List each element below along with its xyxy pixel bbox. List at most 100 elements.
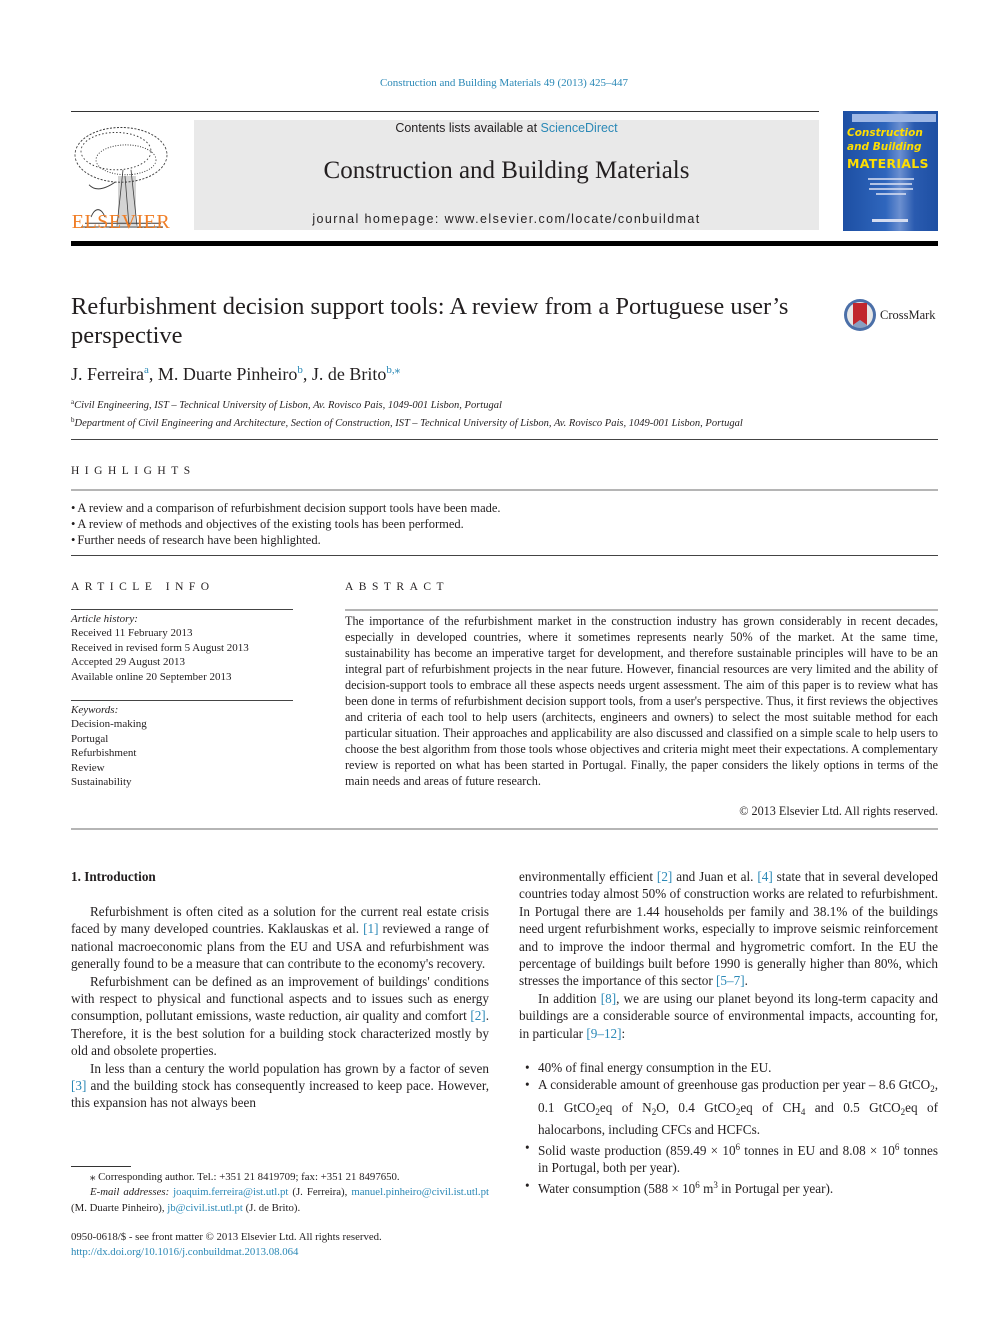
cover-line-3: MATERIALS	[847, 156, 929, 171]
paragraph-text: In less than a century the world populat…	[90, 1060, 489, 1076]
issn-block: 0950-0618/$ - see front matter © 2013 El…	[71, 1230, 489, 1260]
highlights-list: A review and a comparison of refurbishme…	[71, 500, 938, 548]
citation-link[interactable]: [4]	[757, 869, 772, 884]
email-owner: (J. Ferreira),	[288, 1186, 352, 1199]
cover-line-1: Construction	[847, 127, 923, 139]
affiliation-item: bDepartment of Civil Engineering and Arc…	[71, 413, 938, 431]
history-item: Received in revised form 5 August 2013	[71, 641, 249, 654]
contents-prefix: Contents lists available at	[395, 121, 541, 135]
history-item: Received 11 February 2013	[71, 627, 193, 640]
divider	[71, 489, 938, 491]
email-owner: (J. de Brito).	[242, 1201, 301, 1214]
sciencedirect-link[interactable]: ScienceDirect	[541, 121, 618, 135]
email-owner: (M. Duarte Pinheiro),	[71, 1201, 168, 1214]
article-history: Article history: Received 11 February 20…	[71, 612, 293, 684]
cover-footer-mark	[872, 219, 908, 222]
divider	[71, 700, 293, 701]
email-link[interactable]: jb@civil.ist.utl.pt	[167, 1202, 243, 1214]
body-paragraph: In addition [8], we are using our planet…	[519, 990, 938, 1042]
elsevier-wordmark: ELSEVIER	[71, 211, 171, 233]
corresponding-author-note: ⁎ Corresponding author. Tel.: +351 21 84…	[90, 1171, 400, 1183]
abstract-copyright: © 2013 Elsevier Ltd. All rights reserved…	[739, 804, 938, 818]
body-column-left: Refurbishment is often cited as a soluti…	[71, 903, 489, 1112]
bullet-item: A considerable amount of greenhouse gas …	[519, 1076, 938, 1138]
journal-homepage: journal homepage: www.elsevier.com/locat…	[312, 212, 701, 226]
cover-title: Construction and Building	[847, 126, 937, 154]
cover-subtitle-lines	[868, 178, 914, 204]
contents-line: Contents lists available at ScienceDirec…	[194, 121, 819, 135]
paragraph-text: In addition	[538, 990, 601, 1006]
citation-link[interactable]: [2]	[657, 869, 672, 884]
paragraph-text: Refurbishment can be defined as an impro…	[71, 973, 489, 1024]
paragraph-text: .	[744, 973, 748, 989]
history-item: Accepted 29 August 2013	[71, 656, 185, 669]
issn-text: 0950-0618/$ - see front matter © 2013 El…	[71, 1231, 382, 1243]
highlight-item: Further needs of research have been high…	[71, 532, 938, 548]
cover-strip	[852, 114, 936, 122]
body-paragraph: environmentally efficient [2] and Juan e…	[519, 868, 938, 990]
author-name[interactable]: M. Duarte Pinheiro	[158, 364, 297, 384]
affiliation-item: aCivil Engineering, IST – Technical Univ…	[71, 395, 938, 413]
email-label: E-mail addresses:	[90, 1186, 170, 1199]
footnotes: ⁎ Corresponding author. Tel.: +351 21 84…	[71, 1170, 489, 1216]
citation-link[interactable]: [1]	[363, 921, 378, 936]
keyword-item: Refurbishment	[71, 747, 137, 760]
citation-link[interactable]: [5–7]	[716, 973, 745, 988]
bullet-item: Water consumption (588 × 106 m3 in Portu…	[519, 1177, 938, 1197]
bullet-item: 40% of final energy consumption in the E…	[519, 1059, 938, 1077]
highlight-item: A review of methods and objectives of th…	[71, 516, 938, 532]
divider	[71, 439, 938, 440]
article-info-heading: ARTICLE INFO	[71, 581, 215, 593]
article-title: Refurbishment decision support tools: A …	[71, 293, 789, 349]
keyword-item: Decision-making	[71, 718, 147, 731]
author-separator: ,	[148, 364, 158, 384]
citation-link[interactable]: [8]	[601, 991, 616, 1006]
paragraph-text: environmentally efficient	[519, 869, 657, 884]
divider	[71, 828, 938, 830]
author-affiliation-marker[interactable]: b,⁎	[386, 364, 400, 376]
paragraph-text: and the building stock has consequently …	[71, 1078, 489, 1111]
keyword-item: Review	[71, 761, 105, 774]
journal-title: Construction and Building Materials	[323, 157, 690, 184]
body-column-right: environmentally efficient [2] and Juan e…	[519, 868, 938, 1197]
doi-link[interactable]: http://dx.doi.org/10.1016/j.conbuildmat.…	[71, 1246, 298, 1258]
author-separator: ,	[302, 364, 312, 384]
citation-link[interactable]: [9–12]	[586, 1026, 621, 1041]
keywords-label: Keywords:	[71, 704, 119, 716]
paragraph-text: state that in several developed countrie…	[519, 869, 939, 989]
author-list: J. Ferreiraa, M. Duarte Pinheirob, J. de…	[71, 363, 400, 385]
citation-link[interactable]: [2]	[470, 1008, 485, 1023]
divider	[71, 555, 938, 556]
body-paragraph: Refurbishment is often cited as a soluti…	[71, 903, 489, 973]
divider	[345, 609, 938, 611]
journal-reference-link[interactable]: Construction and Building Materials 49 (…	[0, 77, 992, 89]
paragraph-text: and Juan et al.	[672, 869, 758, 884]
keyword-item: Portugal	[71, 732, 109, 745]
crossmark-icon[interactable]	[843, 298, 877, 332]
affiliation-text: Civil Engineering, IST – Technical Unive…	[74, 400, 502, 411]
header-thick-rule	[71, 241, 938, 246]
bullet-item: Solid waste production (859.49 × 106 ton…	[519, 1139, 938, 1177]
author-name[interactable]: J. Ferreira	[71, 364, 144, 384]
cover-line-2: and Building	[847, 141, 922, 153]
email-link[interactable]: joaquim.ferreira@ist.utl.pt	[173, 1186, 288, 1198]
impact-bullet-list: 40% of final energy consumption in the E…	[519, 1059, 938, 1197]
crossmark-label[interactable]: CrossMark	[880, 308, 936, 323]
body-paragraph: Refurbishment can be defined as an impro…	[71, 973, 489, 1060]
email-addresses: E-mail addresses: joaquim.ferreira@ist.u…	[71, 1185, 489, 1216]
history-item: Available online 20 September 2013	[71, 670, 232, 683]
footnote-rule	[71, 1166, 131, 1167]
abstract-heading: ABSTRACT	[345, 581, 450, 593]
author-name[interactable]: J. de Brito	[312, 364, 387, 384]
section-heading: 1. Introduction	[71, 869, 156, 884]
history-label: Article history:	[71, 613, 138, 625]
email-link[interactable]: manuel.pinheiro@civil.ist.utl.pt	[351, 1186, 489, 1198]
affiliation-text: Department of Civil Engineering and Arch…	[74, 418, 743, 429]
divider	[71, 609, 293, 610]
highlight-item: A review and a comparison of refurbishme…	[71, 500, 938, 516]
highlights-heading: HIGHLIGHTS	[71, 465, 196, 477]
body-paragraph: In less than a century the world populat…	[71, 1060, 489, 1112]
header-top-rule	[71, 111, 819, 112]
citation-link[interactable]: [3]	[71, 1078, 86, 1093]
paragraph-text: :	[621, 1025, 626, 1041]
